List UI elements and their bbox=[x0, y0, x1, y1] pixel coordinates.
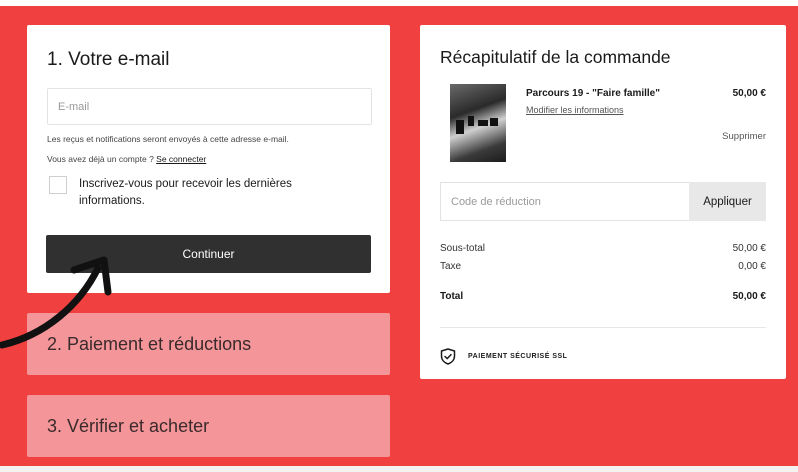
account-question: Vous avez déjà un compte ? Se connecter bbox=[47, 154, 370, 164]
shield-check-icon bbox=[440, 348, 456, 365]
curved-arrow-icon bbox=[0, 256, 112, 349]
promo-row: Appliquer bbox=[440, 182, 766, 221]
total-value: 50,00 € bbox=[732, 291, 766, 302]
subtotal-label: Sous-total bbox=[440, 243, 486, 254]
login-link[interactable]: Se connecter bbox=[156, 154, 206, 164]
total-line: Total 50,00 € bbox=[440, 291, 766, 309]
edit-info-link[interactable]: Modifier les informations bbox=[526, 105, 624, 115]
email-input[interactable] bbox=[47, 88, 372, 125]
remove-link[interactable]: Supprimer bbox=[722, 131, 766, 142]
product-name: Parcours 19 - "Faire famille" bbox=[526, 88, 660, 99]
product-price: 50,00 € bbox=[732, 88, 766, 99]
total-label: Total bbox=[440, 291, 464, 302]
tax-value: 0,00 € bbox=[738, 261, 766, 272]
email-step-title: 1. Votre e-mail bbox=[47, 49, 170, 70]
summary-title: Récapitulatif de la commande bbox=[440, 47, 671, 67]
order-summary-card: Récapitulatif de la commande Parcours 19… bbox=[420, 25, 786, 379]
promo-code-input[interactable] bbox=[440, 182, 689, 221]
newsletter-row: Inscrivez-vous pour recevoir les dernièr… bbox=[47, 176, 370, 210]
product-row: Parcours 19 - "Faire famille" 50,00 € Mo… bbox=[440, 84, 766, 162]
review-step-card[interactable]: 3. Vérifier et acheter bbox=[27, 395, 390, 457]
secure-payment: PAIEMENT SÉCURISÉ SSL bbox=[440, 348, 766, 365]
review-step-title: 3. Vérifier et acheter bbox=[47, 415, 210, 436]
newsletter-checkbox[interactable] bbox=[49, 176, 67, 194]
secure-payment-label: PAIEMENT SÉCURISÉ SSL bbox=[468, 353, 568, 360]
summary-divider bbox=[440, 327, 766, 328]
totals: Sous-total 50,00 € Taxe 0,00 € Total 50,… bbox=[440, 243, 766, 309]
apply-button[interactable]: Appliquer bbox=[689, 182, 766, 221]
tax-label: Taxe bbox=[440, 261, 462, 272]
newsletter-label: Inscrivez-vous pour recevoir les dernièr… bbox=[79, 178, 292, 207]
tax-line: Taxe 0,00 € bbox=[440, 261, 766, 279]
product-thumbnail bbox=[450, 84, 506, 162]
subtotal-line: Sous-total 50,00 € bbox=[440, 243, 766, 261]
bottom-strip bbox=[0, 466, 798, 472]
subtotal-value: 50,00 € bbox=[732, 243, 766, 254]
receipt-note: Les reçus et notifications seront envoyé… bbox=[47, 134, 289, 144]
account-question-text: Vous avez déjà un compte ? bbox=[47, 154, 154, 164]
top-strip bbox=[0, 0, 798, 6]
